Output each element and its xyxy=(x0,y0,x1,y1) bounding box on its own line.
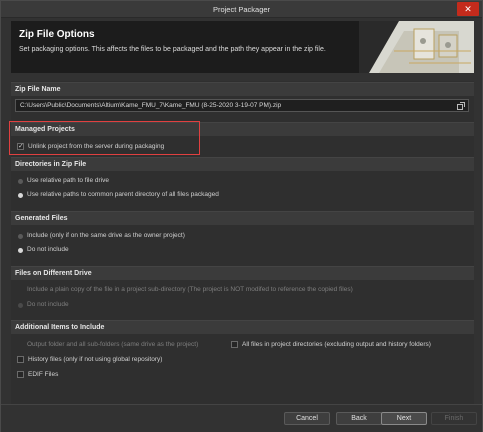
relative-drive-label: Use relative path to file drive xyxy=(27,177,110,184)
different-drive-label: Files on Different Drive xyxy=(15,270,92,277)
relative-parent-radio[interactable] xyxy=(18,193,23,198)
cancel-button[interactable]: Cancel xyxy=(284,412,330,425)
additional-items-label: Additional Items to Include xyxy=(15,324,105,331)
output-folder-label: Output folder and all sub-folders (same … xyxy=(27,341,199,348)
different-drive-header: Files on Different Drive xyxy=(11,266,474,280)
generated-exclude-radio[interactable] xyxy=(18,248,23,253)
edif-files-checkbox[interactable] xyxy=(17,371,24,378)
relative-drive-radio[interactable] xyxy=(18,179,23,184)
zip-file-name-value: C:\Users\Public\Documents\Altium\Kame_FM… xyxy=(20,102,282,109)
generated-files-label: Generated Files xyxy=(15,215,68,222)
additional-items-header: Additional Items to Include xyxy=(11,320,474,334)
header-board-illustration-icon xyxy=(359,21,474,73)
zip-file-name-label: Zip File Name xyxy=(15,86,61,93)
relative-parent-label: Use relative paths to common parent dire… xyxy=(27,191,219,198)
all-files-checkbox[interactable] xyxy=(231,341,238,348)
generated-include-radio[interactable] xyxy=(18,234,23,239)
different-drive-exclude-radio[interactable] xyxy=(18,303,23,308)
project-packager-window: Project Packager ✕ Zip File Options Set … xyxy=(0,0,483,432)
generated-files-header: Generated Files xyxy=(11,211,474,225)
different-drive-include-label: Include a plain copy of the file in a pr… xyxy=(27,286,353,293)
finish-button[interactable]: Finish xyxy=(431,412,477,425)
edif-files-label: EDIF Files xyxy=(28,371,59,378)
wizard-header: Zip File Options Set packaging options. … xyxy=(11,21,474,73)
next-button[interactable]: Next xyxy=(381,412,427,425)
directories-label: Directories in Zip File xyxy=(15,161,87,168)
different-drive-exclude-label: Do not include xyxy=(27,301,69,308)
back-button[interactable]: Back xyxy=(336,412,382,425)
history-files-label: History files (only if not using global … xyxy=(28,356,163,363)
window-title: Project Packager xyxy=(212,5,271,14)
zip-file-name-header: Zip File Name xyxy=(11,82,474,96)
title-bar: Project Packager ✕ xyxy=(1,1,482,18)
generated-include-label: Include (only if on the same drive as th… xyxy=(27,232,185,239)
header-description: Set packaging options. This affects the … xyxy=(19,46,326,53)
generated-exclude-label: Do not include xyxy=(27,246,69,253)
directories-header: Directories in Zip File xyxy=(11,157,474,171)
close-icon[interactable]: ✕ xyxy=(457,2,479,16)
all-files-label: All files in project directories (exclud… xyxy=(242,341,431,348)
highlight-box xyxy=(9,121,200,155)
header-title: Zip File Options xyxy=(19,29,95,40)
zip-file-name-input[interactable]: C:\Users\Public\Documents\Altium\Kame_FM… xyxy=(15,99,469,112)
history-files-checkbox[interactable] xyxy=(17,356,24,363)
browse-icon[interactable] xyxy=(457,102,465,110)
